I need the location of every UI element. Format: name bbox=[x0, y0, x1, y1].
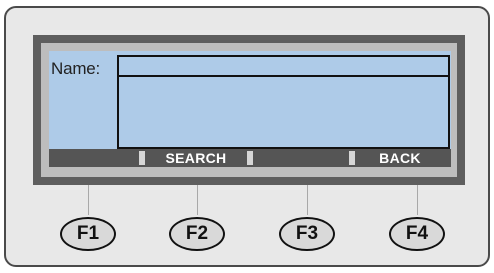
softkey-divider bbox=[349, 151, 355, 165]
softkey-3 bbox=[255, 149, 347, 167]
f4-button[interactable]: F4 bbox=[389, 217, 445, 251]
f1-button-label: F1 bbox=[76, 223, 100, 244]
softkey-search: SEARCH bbox=[139, 149, 253, 167]
softkey-back-label: BACK bbox=[379, 150, 421, 166]
f3-leader-line bbox=[307, 185, 308, 215]
softkey-divider bbox=[247, 151, 253, 165]
results-area bbox=[117, 77, 450, 149]
softkey-search-label: SEARCH bbox=[165, 150, 227, 166]
f3-button[interactable]: F3 bbox=[279, 217, 335, 251]
f2-button[interactable]: F2 bbox=[169, 217, 225, 251]
softkey-1 bbox=[49, 149, 131, 167]
softkey-back: BACK bbox=[349, 149, 451, 167]
f1-leader-line bbox=[88, 185, 89, 215]
name-field[interactable] bbox=[117, 55, 450, 77]
f3-button-label: F3 bbox=[295, 223, 319, 244]
f2-leader-line bbox=[197, 185, 198, 215]
softkey-divider bbox=[139, 151, 145, 165]
name-label: Name: bbox=[51, 59, 101, 78]
f4-button-label: F4 bbox=[405, 223, 429, 244]
f4-leader-line bbox=[417, 185, 418, 215]
f1-button[interactable]: F1 bbox=[60, 217, 116, 251]
f2-button-label: F2 bbox=[185, 223, 209, 244]
